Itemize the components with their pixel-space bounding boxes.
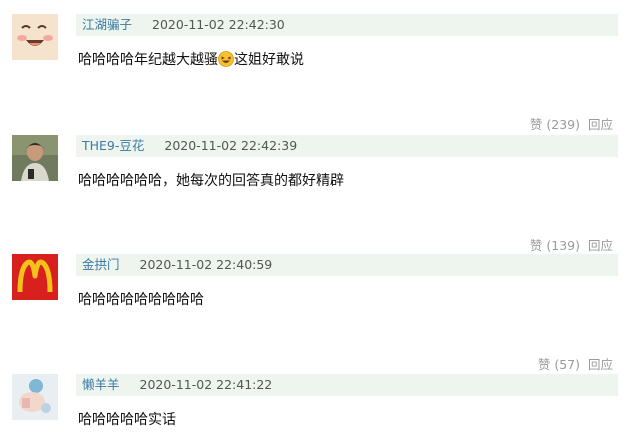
comment-text: 哈哈哈哈哈哈，她每次的回答真的都好精辟 (78, 173, 344, 189)
reply-button[interactable]: 回应 (588, 357, 613, 372)
comment-actions: 赞 (57) 回应 (538, 354, 613, 373)
reply-button[interactable]: 回应 (588, 117, 613, 132)
avatar-smiley[interactable] (12, 14, 58, 60)
comment-meta-bar: 金拱门 2020-11-02 22:40:59 (76, 254, 618, 276)
person-photo-icon (12, 135, 58, 181)
like-button[interactable]: 赞 (57) (538, 357, 580, 372)
comment-meta-bar: THE9-豆花 2020-11-02 22:42:39 (76, 135, 618, 157)
comment-text-part: 哈哈哈哈年纪越大越骚 (78, 52, 218, 68)
comment-time: 2020-11-02 22:42:39 (164, 138, 298, 153)
comment-meta-bar: 懒羊羊 2020-11-02 22:41:22 (76, 374, 618, 396)
reply-button[interactable]: 回应 (588, 238, 613, 253)
comment-actions: 赞 (139) 回应 (530, 235, 613, 254)
like-button[interactable]: 赞 (139) (530, 238, 580, 253)
laughing-emoji-icon (218, 51, 234, 67)
comment-time: 2020-11-02 22:42:30 (152, 17, 285, 32)
avatar-mcdonalds[interactable] (12, 254, 58, 300)
comment-text: 哈哈哈哈哈哈哈哈哈 (78, 292, 204, 308)
username-link[interactable]: 懒羊羊 (82, 377, 120, 392)
comment-actions: 赞 (239) 回应 (530, 114, 613, 133)
comment-meta-bar: 江湖骗子 2020-11-02 22:42:30 (76, 14, 618, 36)
avatar-cartoon[interactable] (12, 374, 58, 420)
cartoon-sheep-icon (12, 374, 58, 420)
avatar-photo[interactable] (12, 135, 58, 181)
comment-text-part: 这姐好敢说 (234, 52, 304, 68)
username-link[interactable]: 金拱门 (82, 257, 120, 272)
comment-text: 哈哈哈哈哈实话 (78, 412, 176, 428)
mcdonalds-logo-icon (12, 254, 58, 300)
comment-time: 2020-11-02 22:41:22 (139, 377, 273, 392)
comment-time: 2020-11-02 22:40:59 (139, 257, 273, 272)
username-link[interactable]: THE9-豆花 (82, 138, 144, 153)
like-button[interactable]: 赞 (239) (530, 117, 580, 132)
comment-text: 哈哈哈哈年纪越大越骚 这姐好敢说 (78, 51, 304, 69)
username-link[interactable]: 江湖骗子 (82, 17, 132, 32)
smiley-face-icon (12, 14, 58, 60)
